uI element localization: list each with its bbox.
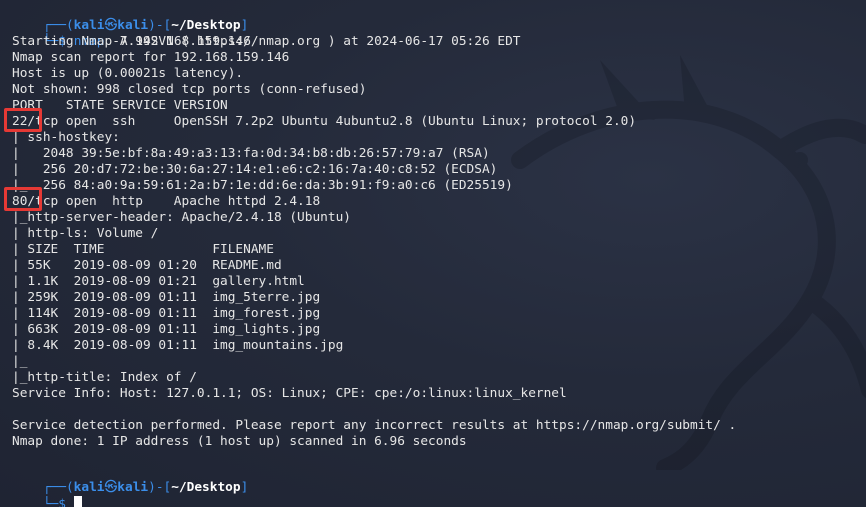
output-line: | 8.4K 2019-08-09 01:11 img_mountains.jp…: [12, 338, 344, 353]
output-line: 22/tcp open ssh OpenSSH 7.2p2 Ubuntu 4ub…: [12, 114, 637, 129]
prompt-path-bottom: ~/Desktop: [171, 480, 241, 495]
prompt-header-bottom: ┌──(kali㉿kali)-[~/Desktop]: [42, 480, 249, 495]
kali-dragon-watermark-icon: [511, 55, 866, 470]
output-line: | SIZE TIME FILENAME: [12, 242, 274, 257]
prompt-header-top: ┌──(kali㉿kali)-[~/Desktop]: [42, 18, 249, 33]
output-line: | 114K 2019-08-09 01:11 img_forest.jpg: [12, 306, 321, 321]
prompt-dollar-bottom: $: [58, 497, 66, 507]
highlight-port-22: [4, 108, 42, 132]
output-line: | 259K 2019-08-09 01:11 img_5terre.jpg: [12, 290, 321, 305]
output-line: |_http-server-header: Apache/2.4.18 (Ubu…: [12, 210, 351, 225]
output-line: 80/tcp open http Apache httpd 2.4.18: [12, 194, 321, 209]
output-line: Service Info: Host: 127.0.1.1; OS: Linux…: [12, 386, 567, 401]
input-line[interactable]: └─$: [12, 480, 82, 507]
output-line: | 1.1K 2019-08-09 01:21 gallery.html: [12, 274, 305, 289]
output-line: Host is up (0.00021s latency).: [12, 66, 244, 81]
prompt-host-bottom: kali: [117, 480, 149, 495]
output-line: | 2048 39:5e:bf:8a:49:a3:13:fa:0d:34:b8:…: [12, 146, 490, 161]
highlight-port-80: [4, 187, 42, 211]
output-line: | http-ls: Volume /: [12, 226, 159, 241]
output-line: Not shown: 998 closed tcp ports (conn-re…: [12, 82, 367, 97]
prompt-at-symbol-bottom: ㉿: [104, 480, 118, 495]
output-line: Starting Nmap 7.94SVN ( https://nmap.org…: [12, 34, 521, 49]
output-line: PORT STATE SERVICE VERSION: [12, 98, 228, 113]
cursor-block-icon: [73, 496, 82, 507]
output-line: | 663K 2019-08-09 01:11 img_lights.jpg: [12, 322, 321, 337]
output-line: Nmap done: 1 IP address (1 host up) scan…: [12, 434, 467, 449]
output-line: Service detection performed. Please repo…: [12, 418, 737, 433]
output-line: | 55K 2019-08-09 01:20 README.md: [12, 258, 282, 273]
output-line: Nmap scan report for 192.168.159.146: [12, 50, 290, 65]
output-line: | 256 20:d7:72:be:30:6a:27:14:e1:e6:c2:1…: [12, 162, 498, 177]
terminal-window[interactable]: ┌──(kali㉿kali)-[~/Desktop] └─$ nmap -A 1…: [0, 0, 866, 507]
output-line: |_ 256 84:a0:9a:59:61:2a:b7:1e:dd:6e:da:…: [12, 178, 513, 193]
output-line: |_http-title: Index of /: [12, 370, 197, 385]
output-line: |_: [12, 354, 28, 369]
command-line: └─$ nmap -A 192.168.159.146: [42, 34, 251, 49]
output-line: | ssh-hostkey:: [12, 130, 128, 145]
